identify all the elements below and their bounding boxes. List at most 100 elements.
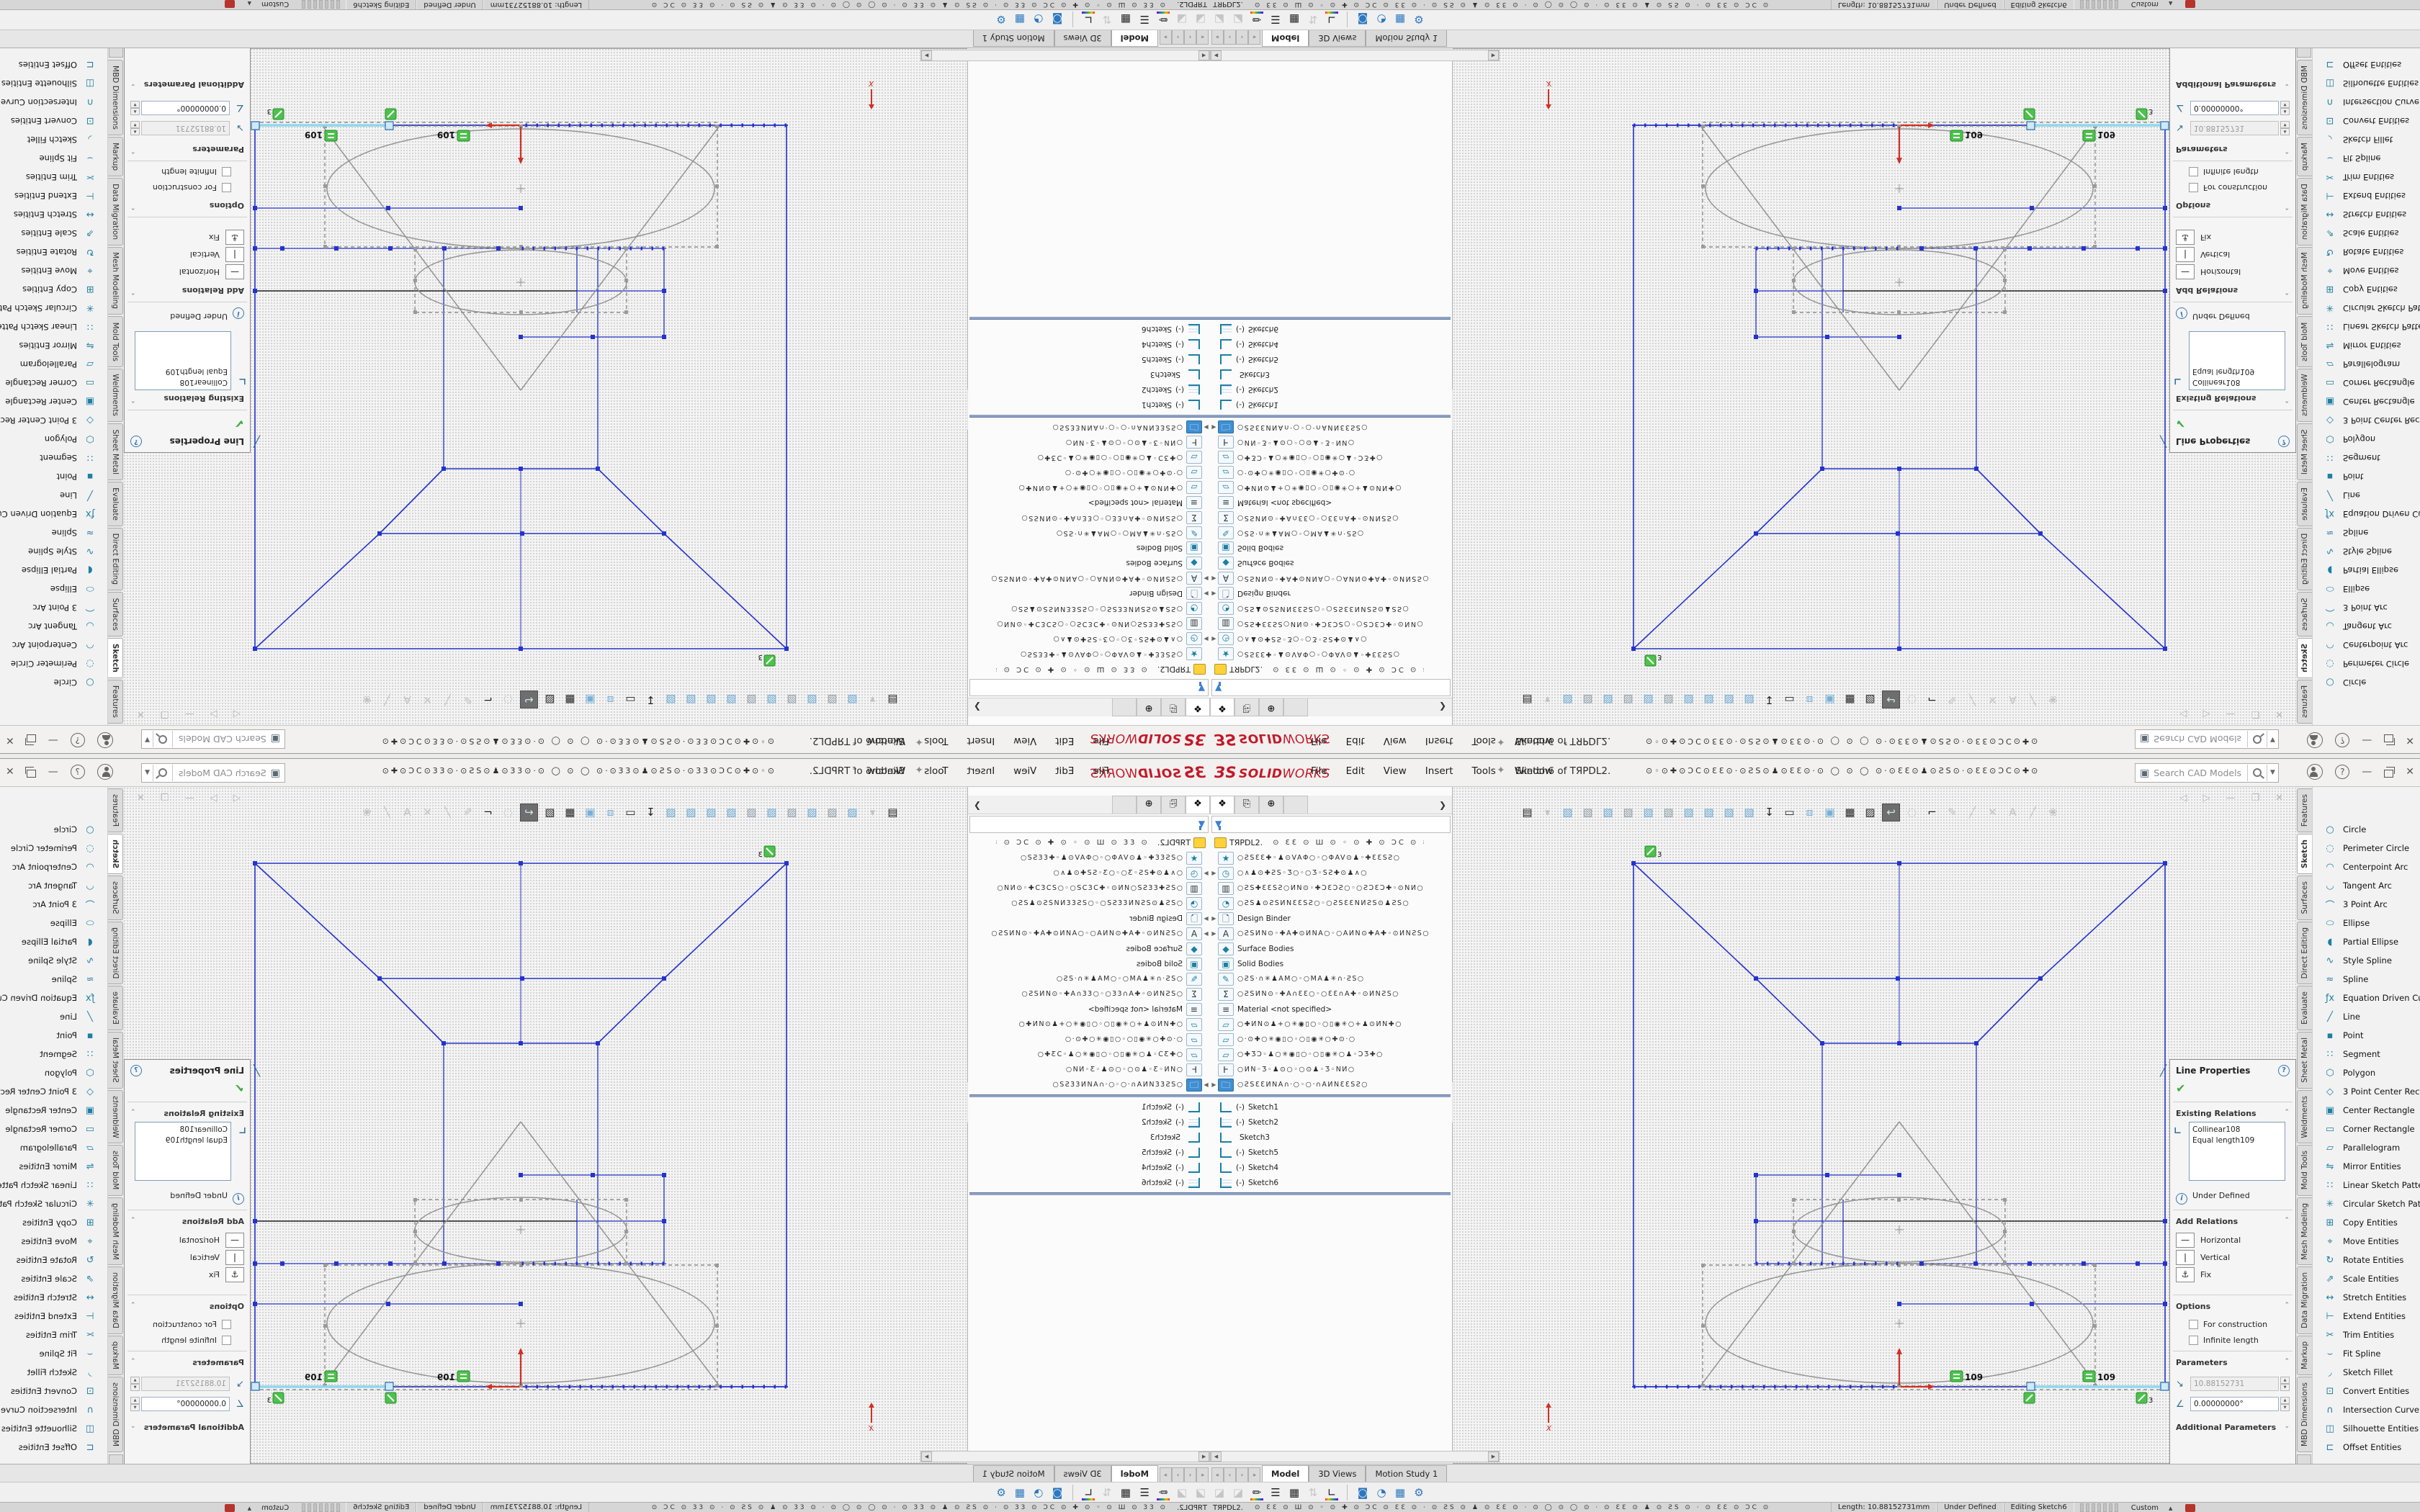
commandmanager-tab[interactable]: Features <box>107 788 123 832</box>
commandmanager-tab[interactable]: Direct Editing <box>2297 528 2313 590</box>
motion-tool-icon[interactable]: ☰ <box>1266 1486 1285 1499</box>
sketch-tool-menu-item[interactable]: ✳ Circular Sketch Pattern <box>2313 299 2420 318</box>
view-tool-icon[interactable]: ✎ <box>460 804 476 821</box>
commandmanager-tab[interactable]: Sheet Metal <box>2297 423 2313 480</box>
options-header[interactable]: Options⌃ <box>130 201 244 210</box>
doc-window-button[interactable]: ❐ <box>2251 708 2259 719</box>
sketch-tool-menu-item[interactable]: ∷ Segment <box>0 449 107 467</box>
sketch-tool-menu-item[interactable]: ▪ Point <box>0 1026 107 1045</box>
tree-filter-input[interactable]: ▼ <box>1211 679 1451 696</box>
tree-filter-input[interactable]: ▼ <box>1211 816 1451 833</box>
tree-item-sketch[interactable]: (-) Sketch2 <box>1210 1115 1451 1130</box>
tree-item-sketch[interactable]: (-) Sketch1 <box>969 1099 1210 1115</box>
sketch-tool-menu-item[interactable]: ◞ Sketch Fillet <box>2313 1363 2420 1382</box>
view-tool-icon[interactable]: ▧ <box>1741 691 1757 708</box>
sketch-tool-menu-item[interactable]: ∷ Segment <box>2313 1045 2420 1063</box>
motion-tool-icon[interactable]: ☰ <box>1266 13 1285 26</box>
view-tool-icon[interactable]: ▨ <box>1862 804 1878 821</box>
tree-item-sketch[interactable]: (-) Sketch6 <box>1210 322 1451 337</box>
view-tool-icon[interactable]: ▧ <box>703 804 720 821</box>
sketch-tool-menu-item[interactable]: ƒx Equation Driven Curve <box>2313 989 2420 1007</box>
sketch-tool-menu-item[interactable]: ∿ Style Spline <box>2313 951 2420 970</box>
tree-item-sketch[interactable]: Sketch3 <box>969 1130 1210 1145</box>
tree-item[interactable]: ▥ ○ƧS✚ƐƐSƧ○ИN⊙◦✚ƆƐƆƧ○◦○ƧƆƐƆ✚◦⊙NИ○ <box>1210 881 1451 896</box>
ok-check-icon[interactable]: ✔ <box>2176 417 2185 431</box>
featuremanager-tab[interactable]: ⎘ <box>1234 796 1259 814</box>
tree-item[interactable]: ▶ 🗀 ○ƧSƐƐИNA∩·○◦○·∩AИNƐƐSƧ○ <box>1210 1077 1451 1092</box>
sketch-tool-menu-item[interactable]: ◠ Centerpoint Arc <box>2313 858 2420 876</box>
sketch-tool-menu-item[interactable]: ⊢ Extend Entities <box>2313 1307 2420 1326</box>
tree-item[interactable]: ▶ A ○ƧSИN⊙◦✚A✚⊙ИNA○◦○AИN⊙✚A✚◦⊙ИNƧS○ <box>969 926 1210 941</box>
parameter-input[interactable]: 10.88152731 <box>141 121 230 135</box>
view-tool-icon[interactable]: ▧ <box>1700 691 1717 708</box>
tree-item[interactable]: Σ ○ƧSИN⊙◦✚A∩ƐƐ○◦○ƐƐ∩A✚◦⊙ИNƧS○ <box>1210 986 1451 1002</box>
view-tool-icon[interactable]: ▧ <box>763 691 780 708</box>
view-tool-icon[interactable]: ▧ <box>1660 804 1677 821</box>
commandmanager-tab[interactable]: Surfaces <box>2297 592 2313 636</box>
commandmanager-tab[interactable]: Weldments <box>107 369 123 423</box>
scroll-right-arrow[interactable]: ▶ <box>1488 50 1499 60</box>
motion-settings-icon[interactable]: ◙ <box>1353 1486 1372 1499</box>
option-checkbox-row[interactable]: Infinite length <box>130 164 244 180</box>
tree-item[interactable]: ▶ ◷ ○∧♟⊙✚ƧS◦Ʒ○◦○Ʒ◦SƧ✚⊙♟∧○ <box>969 631 1210 647</box>
checkbox[interactable] <box>222 1336 231 1345</box>
user-account-icon[interactable] <box>97 764 113 780</box>
model-tab[interactable]: 3D Views <box>1309 30 1366 47</box>
relation-entry[interactable]: Equal length109 <box>2192 366 2282 377</box>
view-tool-icon[interactable]: ▧ <box>1600 804 1616 821</box>
menu-item[interactable]: Insert <box>967 735 995 747</box>
view-tool-icon[interactable]: ▭ <box>1781 804 1798 821</box>
sketch-tool-menu-item[interactable]: ○ Circle <box>0 673 107 692</box>
sketch-tool-menu-item[interactable]: ╱ Line <box>0 1007 107 1026</box>
sketch-tool-menu-item[interactable]: ⊏ Offset Entities <box>0 1438 107 1457</box>
motion-tool-icon[interactable]: ⇅ <box>1098 1486 1116 1499</box>
commandmanager-tab[interactable]: Mesh Modeling <box>107 247 123 315</box>
view-tool-icon[interactable]: ✕ <box>419 691 436 708</box>
view-tool-icon[interactable]: ▧ <box>1600 691 1616 708</box>
menu-item[interactable]: Edit <box>1055 735 1074 747</box>
motion-tool-icon[interactable]: ◪ <box>1210 13 1229 26</box>
doc-window-button[interactable]: ▷ <box>2202 708 2210 719</box>
commandmanager-tab[interactable]: Evaluate <box>107 482 123 526</box>
relation-entry[interactable]: Collinear108 <box>2192 1125 2282 1135</box>
scroll-right-arrow[interactable]: ▶ <box>921 50 932 60</box>
sketch-tool-menu-item[interactable]: ⇋ Mirror Entities <box>0 1157 107 1176</box>
search-icon[interactable] <box>2247 765 2267 781</box>
commandmanager-tab[interactable]: Mesh Modeling <box>107 1197 123 1266</box>
sketch-tool-menu-item[interactable]: ⌣ Fit Spline <box>0 149 107 168</box>
sketch-tool-menu-item[interactable]: ◖ Partial Ellipse <box>0 561 107 580</box>
add-relation-button[interactable]: ⚓Fix <box>130 229 244 246</box>
tree-item[interactable]: ▥ ○ƧS✚ƐƐSƧ○ИN⊙◦✚ƆƐƆƧ○◦○ƧƆƐƆ✚◦⊙NИ○ <box>1210 616 1451 631</box>
sketch-tool-menu-item[interactable]: ◠ Centerpoint Arc <box>0 636 107 654</box>
sketch-tool-menu-item[interactable]: ⇗ Scale Entities <box>0 1269 107 1288</box>
tree-item[interactable]: ◆ Surface Bodies <box>969 556 1210 571</box>
sketch-tool-menu-item[interactable]: ⬡ Polygon <box>2313 430 2420 449</box>
sketch-tool-menu-item[interactable]: ◠ Centerpoint Arc <box>0 858 107 876</box>
tree-item[interactable]: ≡ Material <not specified> <box>1210 1002 1451 1017</box>
parameters-header[interactable]: Parameters⌃ <box>2176 1358 2290 1367</box>
sketch-tool-menu-item[interactable]: ∩ Intersection Curve <box>2313 1400 2420 1419</box>
sketch-tool-menu-item[interactable]: ○ Circle <box>0 820 107 839</box>
sketch-tool-menu-item[interactable]: ◡ Tangent Arc <box>2313 876 2420 895</box>
existing-relations-header[interactable]: Existing Relations⌃ <box>2176 1109 2290 1118</box>
sketch-tool-menu-item[interactable]: ◡ Tangent Arc <box>0 617 107 636</box>
search-input[interactable]: Search CAD Models <box>2154 768 2247 778</box>
panel-help-icon[interactable]: ? <box>2278 436 2290 447</box>
add-relation-button[interactable]: ❘Vertical <box>2176 1248 2290 1266</box>
view-tool-icon[interactable]: ▧ <box>1640 804 1657 821</box>
sketch-tool-menu-item[interactable]: ▱ Parallelogram <box>2313 1138 2420 1157</box>
commandmanager-tab[interactable]: Mold Tools <box>2297 1145 2313 1195</box>
motion-tool-icon[interactable]: ✏ <box>1154 13 1173 26</box>
add-relation-button[interactable]: ⚓Fix <box>130 1266 244 1283</box>
search-box[interactable]: ▣ Search CAD Models ▼ <box>141 763 285 783</box>
sketch-tool-menu-item[interactable]: ◫ Silhouette Entities <box>2313 74 2420 93</box>
featuremanager-tab[interactable] <box>1112 698 1137 716</box>
view-tool-icon[interactable]: ▧ <box>743 691 760 708</box>
tab-nav-button[interactable]: » <box>1160 30 1172 45</box>
tree-item[interactable]: ▱ ○✚ƷƆ◦♟○✳◉▯○◦○▯◉✳○♟◦ƆƷ✚○ <box>969 450 1210 465</box>
motion-tool-icon[interactable]: ◪ <box>1173 13 1191 26</box>
restore-button[interactable] <box>2384 770 2393 778</box>
sketch-tool-menu-item[interactable]: ◖ Partial Ellipse <box>0 932 107 951</box>
view-tool-icon[interactable]: ✎ <box>1944 691 1960 708</box>
sketch-tool-menu-item[interactable]: ✳ Circular Sketch Pattern <box>0 1194 107 1213</box>
